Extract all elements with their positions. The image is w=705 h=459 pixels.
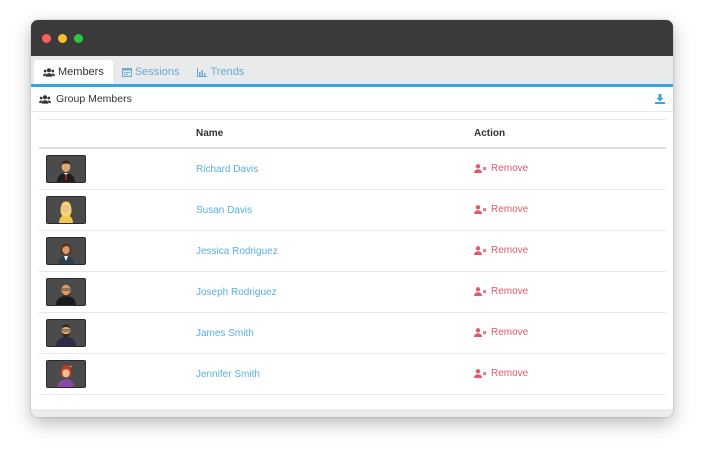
remove-member-button[interactable]: Remove xyxy=(474,163,528,174)
tab-bar: Members Sessions Trends xyxy=(31,56,673,84)
tab-members-label: Members xyxy=(58,66,104,78)
minimize-window-button[interactable] xyxy=(58,33,67,43)
tab-sessions-label: Sessions xyxy=(134,66,180,78)
close-window-button[interactable] xyxy=(42,33,51,43)
table-row: Susan Davis Remove xyxy=(39,190,666,231)
users-icon xyxy=(39,94,51,104)
remove-label: Remove xyxy=(491,203,529,215)
tab-trends[interactable]: Trends xyxy=(188,60,253,84)
woman-redhair-avatar xyxy=(46,360,86,388)
calendar-icon xyxy=(121,68,132,77)
users-icon xyxy=(43,67,55,77)
user-remove-icon xyxy=(474,327,487,337)
tab-members[interactable]: Members xyxy=(34,60,113,84)
remove-label: Remove xyxy=(491,244,529,256)
user-remove-icon xyxy=(474,163,487,173)
remove-member-button[interactable]: Remove xyxy=(474,327,528,338)
table-row: Jessica Rodriguez Remove xyxy=(39,231,666,272)
remove-member-button[interactable]: Remove xyxy=(474,245,528,256)
member-name-link[interactable]: Jessica Rodriguez xyxy=(196,246,278,257)
remove-member-button[interactable]: Remove xyxy=(474,204,528,215)
panel-title: Group Members xyxy=(39,93,132,105)
tab-trends-label: Trends xyxy=(210,66,245,78)
remove-member-button[interactable]: Remove xyxy=(474,286,528,297)
table-row: Richard Davis Remove xyxy=(39,149,666,190)
download-icon xyxy=(655,94,665,104)
member-name-link[interactable]: Susan Davis xyxy=(196,205,252,216)
zoom-window-button[interactable] xyxy=(74,33,83,43)
members-table: Name Action Richard Davis Remove Susan D… xyxy=(39,119,666,395)
title-bar xyxy=(31,20,673,56)
remove-label: Remove xyxy=(491,326,529,338)
user-remove-icon xyxy=(474,286,487,296)
table-row: James Smith Remove xyxy=(39,313,666,354)
column-name: Name xyxy=(196,128,224,139)
remove-label: Remove xyxy=(491,285,529,297)
woman-brunette-avatar xyxy=(46,237,86,265)
panel-header: Group Members xyxy=(31,87,673,112)
window-footer xyxy=(31,409,673,417)
user-remove-icon xyxy=(474,245,487,255)
remove-member-button[interactable]: Remove xyxy=(474,368,528,379)
member-name-link[interactable]: James Smith xyxy=(196,328,254,339)
app-window: Members Sessions Trends Group Members Na… xyxy=(31,20,673,417)
member-name-link[interactable]: Jennifer Smith xyxy=(196,369,260,380)
chart-icon xyxy=(197,67,208,77)
member-name-link[interactable]: Joseph Rodriguez xyxy=(196,287,277,298)
remove-label: Remove xyxy=(491,162,529,174)
table-header: Name Action xyxy=(39,120,666,149)
user-remove-icon xyxy=(474,204,487,214)
table-row: Jennifer Smith Remove xyxy=(39,354,666,395)
column-action: Action xyxy=(474,128,506,139)
panel-title-text: Group Members xyxy=(56,93,132,105)
user-remove-icon xyxy=(474,368,487,378)
man-suit-avatar xyxy=(46,155,86,183)
download-button[interactable] xyxy=(655,94,665,104)
remove-label: Remove xyxy=(491,367,529,379)
man-beard-avatar xyxy=(46,319,86,347)
tab-sessions[interactable]: Sessions xyxy=(113,60,189,84)
member-name-link[interactable]: Richard Davis xyxy=(196,164,258,175)
woman-blonde-avatar xyxy=(46,196,86,224)
man-bald-avatar xyxy=(46,278,86,306)
table-row: Joseph Rodriguez Remove xyxy=(39,272,666,313)
